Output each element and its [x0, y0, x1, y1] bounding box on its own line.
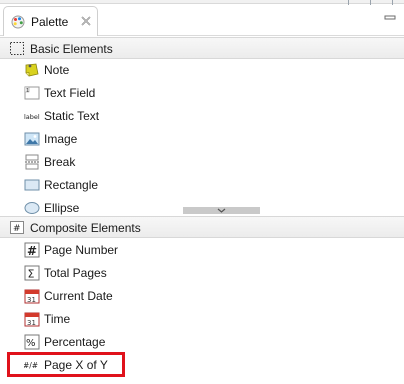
close-icon[interactable]: [79, 14, 93, 28]
palette-item-rectangle[interactable]: Rectangle: [24, 175, 384, 195]
svg-text:%: %: [26, 338, 36, 349]
minimize-icon[interactable]: [384, 14, 396, 22]
svg-text:1: 1: [26, 88, 29, 94]
palette-item-total-pages[interactable]: Σ Total Pages: [24, 263, 384, 283]
tab-palette[interactable]: Palette: [3, 6, 98, 36]
chevron-down-icon: [217, 208, 226, 213]
palette-item-current-date[interactable]: 31 Current Date: [24, 286, 384, 306]
text-field-icon: 1: [24, 86, 40, 100]
item-label: Break: [44, 155, 76, 169]
item-label: Text Field: [44, 86, 96, 100]
static-text-icon: label: [24, 113, 40, 121]
note-icon: [25, 63, 39, 77]
hash-icon: #: [10, 221, 24, 234]
item-label: Page Number: [44, 243, 119, 257]
break-icon: [25, 154, 39, 170]
palette-item-time[interactable]: 31 Time: [24, 309, 384, 329]
palette-item-percentage[interactable]: % Percentage: [24, 332, 384, 352]
item-label: Static Text: [44, 109, 100, 123]
current-date-icon: 31: [24, 289, 40, 304]
svg-text:Σ: Σ: [28, 268, 35, 281]
drawer-label: Composite Elements: [30, 221, 141, 235]
item-label: Note: [44, 63, 70, 77]
item-label: Image: [44, 132, 78, 146]
palette-item-break[interactable]: Break: [24, 152, 384, 172]
item-label: Percentage: [44, 335, 106, 349]
svg-text:31: 31: [27, 296, 36, 304]
svg-text:31: 31: [27, 319, 36, 327]
view-tab-bar: Palette: [0, 0, 404, 36]
palette-item-note[interactable]: Note: [24, 60, 384, 80]
svg-text:#: #: [27, 244, 37, 258]
palette-icon: [11, 15, 25, 29]
drawer-basic-elements[interactable]: Basic Elements: [0, 37, 404, 59]
palette-item-static-text[interactable]: label Static Text: [24, 106, 384, 126]
rectangle-icon: [24, 179, 40, 191]
svg-text:#: #: [13, 224, 21, 234]
palette-item-text-field[interactable]: 1 Text Field: [24, 83, 384, 103]
total-pages-icon: Σ: [24, 265, 40, 281]
svg-text:label: label: [24, 113, 40, 121]
item-label: Time: [44, 312, 71, 326]
highlight-box: [7, 352, 125, 377]
dashed-box-icon: [10, 42, 24, 55]
toolbar-edge-marks: [348, 0, 394, 5]
percentage-icon: %: [24, 334, 40, 350]
time-icon: 31: [24, 312, 40, 327]
page-number-icon: #: [24, 242, 40, 258]
drawer-label: Basic Elements: [30, 42, 113, 56]
drawer-composite-elements[interactable]: # Composite Elements: [0, 216, 404, 238]
item-label: Rectangle: [44, 178, 99, 192]
scrollbar-thumb[interactable]: [183, 207, 260, 214]
item-label: Total Pages: [44, 266, 107, 280]
item-label: Ellipse: [44, 201, 80, 215]
palette-item-image[interactable]: Image: [24, 129, 384, 149]
tab-bar-strip: [0, 0, 404, 4]
item-label: Current Date: [44, 289, 113, 303]
image-icon: [24, 132, 40, 146]
ellipse-icon: [24, 202, 40, 214]
palette-item-page-number[interactable]: # Page Number: [24, 240, 384, 260]
tab-label: Palette: [31, 15, 69, 29]
